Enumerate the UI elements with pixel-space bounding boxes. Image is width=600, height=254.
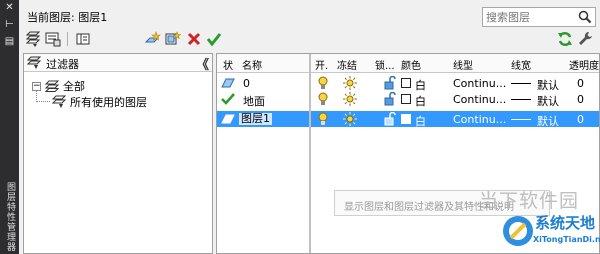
layer-name-edit[interactable]: 图层1	[238, 112, 273, 126]
refresh-icon	[558, 31, 572, 47]
properties-menu-icon[interactable]: ▤	[3, 36, 16, 48]
layer-row-selected[interactable]: 图层1 白 Continu... 默认 0	[217, 111, 599, 129]
layer-states-icon	[76, 33, 90, 45]
col-header-freeze[interactable]: 冻结	[337, 57, 357, 72]
col-header-on[interactable]: 开.	[315, 57, 328, 72]
filter-icon	[27, 56, 42, 69]
layer-color-name: 白	[415, 115, 426, 128]
group-filter-icon	[45, 32, 61, 47]
checkmark-icon	[206, 33, 222, 47]
unlocked-icon[interactable]	[383, 112, 397, 126]
filter-tree-pane: 过滤器 《 − 全部 所有使用的图层	[23, 53, 213, 254]
layer-transparency[interactable]: 0	[577, 77, 584, 90]
search-icon[interactable]	[578, 10, 592, 24]
new-group-filter-button[interactable]	[44, 30, 62, 48]
col-header-name[interactable]: 名称	[242, 57, 262, 72]
color-swatch[interactable]	[401, 114, 411, 124]
grid-column-splitter[interactable]	[309, 54, 311, 253]
tree-connector	[36, 101, 50, 102]
watermark-logo-icon	[503, 216, 533, 246]
lineweight-sample	[511, 99, 531, 100]
col-header-linetype[interactable]: 线型	[453, 57, 473, 72]
new-layer-icon	[145, 31, 161, 43]
palette-vertical-title: 图层特性管理器	[5, 182, 15, 252]
close-palette-icon[interactable]: ✕	[3, 2, 16, 14]
unlocked-icon[interactable]	[383, 76, 397, 90]
watermark-logo-title: 系统天地	[535, 214, 596, 232]
sun-thawed-icon[interactable]	[343, 76, 357, 90]
search-input[interactable]	[483, 8, 573, 26]
property-filter-icon	[26, 31, 41, 47]
sun-thawed-icon[interactable]	[343, 92, 357, 106]
used-layers-filter-icon	[52, 95, 67, 108]
tree-node-label: 全部	[63, 80, 85, 93]
layer-linetype[interactable]: Continu...	[453, 77, 506, 90]
grid-header-row: 状 名称 开. 冻结 锁... 颜色 线型 线宽 透明度	[217, 54, 599, 73]
layer-linetype[interactable]: Continu...	[453, 93, 506, 106]
layer-transparency[interactable]: 0	[577, 93, 584, 106]
delete-layer-button[interactable]	[185, 30, 203, 48]
layer-color-name: 白	[415, 95, 426, 108]
delete-x-icon	[187, 32, 201, 46]
layer-properties-panel: 当前图层: 图层1 搜索图层 过滤器 《 − 全部 所有使用的图层 状 名称 开…	[19, 0, 600, 254]
collapse-filter-pane-button[interactable]: 《	[196, 54, 209, 73]
layer-name[interactable]: 地面	[243, 93, 265, 109]
layer-lineweight[interactable]: 默认	[537, 93, 559, 109]
tree-node-label: 所有使用的图层	[70, 96, 147, 109]
tree-node-all[interactable]: − 全部	[32, 78, 85, 94]
toolbar-separator	[67, 32, 68, 46]
refresh-button[interactable]	[556, 30, 574, 48]
settings-button[interactable]	[576, 30, 594, 48]
layer-status-icon	[221, 114, 235, 124]
col-header-lineweight[interactable]: 线宽	[511, 57, 531, 72]
layers-filter-icon	[45, 80, 60, 92]
lightbulb-on-icon[interactable]	[317, 76, 329, 90]
new-layer-vp-frozen-button[interactable]	[164, 30, 182, 48]
new-layer-frozen-icon	[165, 31, 181, 45]
layer-linetype[interactable]: Continu...	[453, 113, 506, 126]
lightbulb-on-icon[interactable]	[317, 112, 329, 126]
layer-row[interactable]: 地面 白 Continu... 默认 0	[217, 91, 599, 109]
watermark-logo-url: XiTongTianDi.net	[533, 235, 600, 244]
watermark-logo: 系统天地 XiTongTianDi.net	[495, 212, 600, 252]
col-header-lock[interactable]: 锁...	[375, 57, 395, 72]
layer-lineweight[interactable]: 默认	[537, 113, 559, 129]
col-header-status[interactable]: 状	[223, 57, 233, 72]
watermark-text: 当下软件园	[479, 190, 580, 212]
col-header-transparency[interactable]: 透明度	[569, 57, 599, 72]
new-layer-button[interactable]	[144, 30, 162, 48]
lightbulb-on-icon[interactable]	[317, 92, 329, 106]
lineweight-sample	[511, 83, 531, 84]
sun-thawed-icon[interactable]	[343, 112, 357, 126]
tree-node-all-used[interactable]: 所有使用的图层	[52, 94, 147, 110]
set-current-button[interactable]	[205, 30, 223, 48]
current-layer-label: 当前图层: 图层1	[27, 11, 108, 24]
palette-side-strip: ✕ ⊢ ▤ 图层特性管理器	[0, 0, 19, 254]
wrench-icon	[579, 32, 592, 45]
autohide-pin-icon[interactable]: ⊢	[3, 19, 16, 31]
layer-row[interactable]: 0 白 Continu... 默认 0	[217, 75, 599, 92]
col-header-color[interactable]: 颜色	[401, 57, 421, 72]
current-layer-check-icon	[221, 93, 235, 105]
layer-status-icon	[221, 78, 235, 88]
color-swatch[interactable]	[401, 94, 411, 104]
filter-tree-header: 过滤器 《	[24, 54, 212, 73]
unlocked-icon[interactable]	[383, 92, 397, 106]
filter-tree-title: 过滤器	[46, 58, 79, 71]
layer-name[interactable]: 0	[243, 77, 250, 90]
color-swatch[interactable]	[401, 78, 411, 88]
expand-toggle[interactable]: −	[32, 81, 41, 91]
layer-transparency[interactable]: 0	[577, 113, 584, 126]
layer-states-manager-button[interactable]	[74, 30, 92, 48]
lineweight-sample	[511, 119, 531, 120]
new-property-filter-button[interactable]	[25, 30, 43, 48]
layer-search-box[interactable]	[482, 7, 596, 27]
